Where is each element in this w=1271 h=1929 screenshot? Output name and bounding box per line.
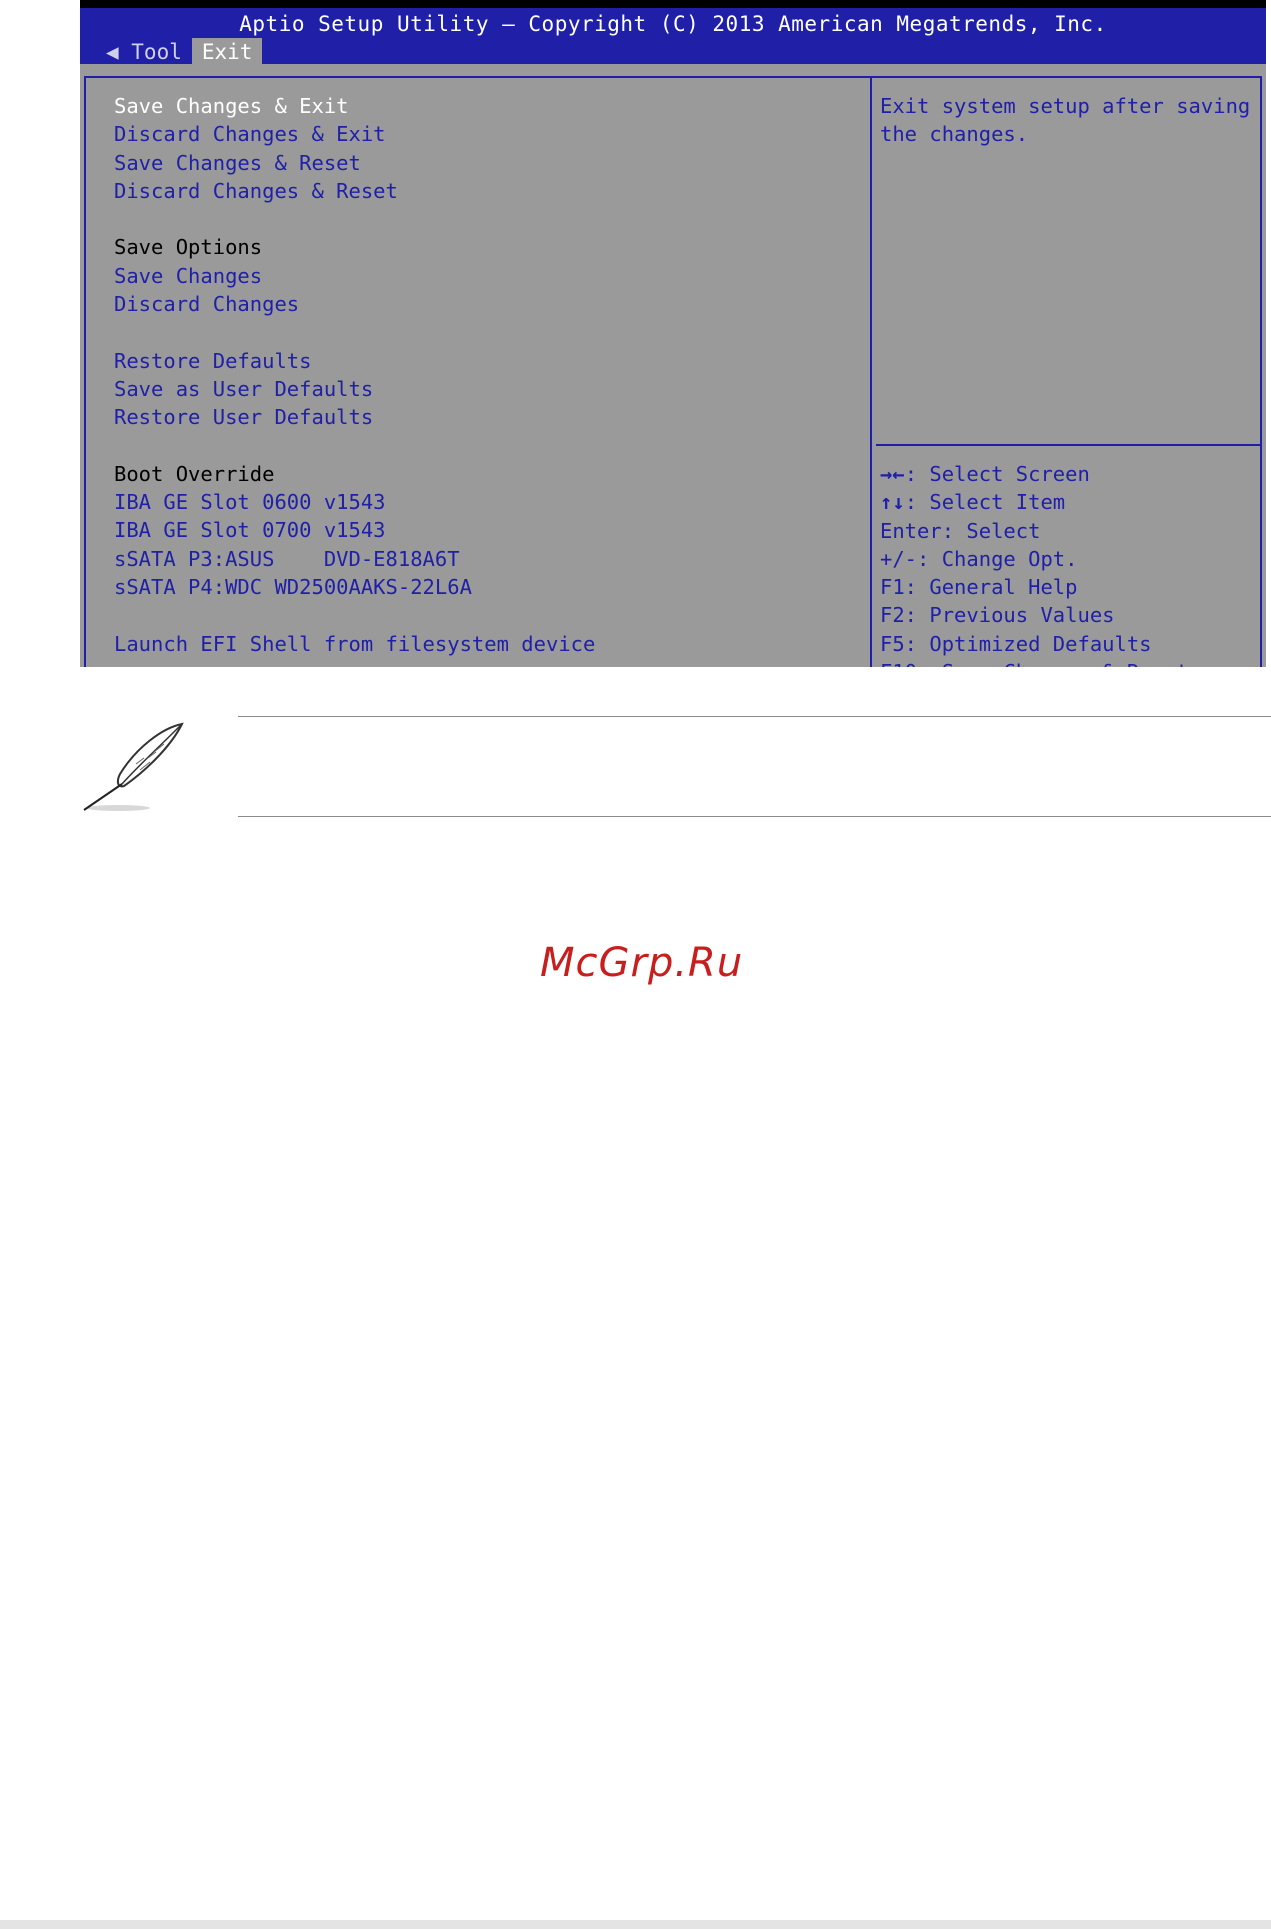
key-description: F5: Optimized Defaults — [880, 631, 1152, 656]
menu-item[interactable]: Save Changes & Exit — [114, 92, 595, 120]
menu-section-header: Save Options — [114, 235, 263, 260]
key-legend-item: F2: Previous Values — [880, 601, 1189, 629]
key-description: F1: General Help — [880, 575, 1078, 600]
menu-spacer — [114, 318, 595, 346]
quill-pen-icon — [83, 722, 184, 811]
help-text: Exit system setup after saving the chang… — [880, 94, 1251, 147]
exit-menu: Save Changes & Exit Discard Changes & Exi… — [114, 92, 595, 658]
bios-screen: Aptio Setup Utility – Copyright (C) 2013… — [80, 0, 1266, 667]
key-legend-item: F5: Optimized Defaults — [880, 630, 1189, 658]
menu-item[interactable]: Discard Changes — [114, 290, 595, 318]
menu-item[interactable]: Restore User Defaults — [114, 403, 595, 431]
key-legend-item: +/-: Change Opt. — [880, 545, 1189, 573]
top-black-bar — [80, 0, 1266, 8]
key-legend-item: ↑↓: Select Item — [880, 488, 1189, 516]
bios-title: Aptio Setup Utility – Copyright (C) 2013… — [239, 12, 1107, 36]
key-legend-item: →←: Select Screen — [880, 460, 1189, 488]
key-description: : Select Item — [904, 490, 1066, 515]
key-legend-item: Enter: Select — [880, 517, 1189, 545]
key-glyph: →← — [880, 462, 905, 486]
panel-divider-vertical — [870, 78, 872, 667]
footer-bar — [0, 1920, 1271, 1929]
menu-item[interactable]: IBA GE Slot 0600 v1543 — [114, 488, 595, 516]
key-glyph: ↑↓ — [880, 490, 905, 515]
menu-item[interactable]: Save as User Defaults — [114, 375, 595, 403]
menu-item[interactable]: IBA GE Slot 0700 v1543 — [114, 516, 595, 544]
key-description: F2: Previous Values — [880, 603, 1115, 628]
menu-item[interactable]: sSATA P4:WDC WD2500AAKS-22L6A — [114, 573, 595, 601]
menu-item[interactable]: Discard Changes & Exit — [114, 120, 595, 148]
key-description: +/-: Change Opt. — [880, 546, 1078, 571]
key-description: : Select Screen — [904, 462, 1090, 486]
note-rule-top — [238, 716, 1271, 717]
key-legend-item: F10: Save Changes & Reset — [880, 658, 1189, 667]
watermark: McGrp.Ru — [540, 940, 744, 986]
key-legend: →←: Select Screen ↑↓: Select Item Enter: S… — [880, 460, 1189, 667]
panel-divider-horizontal — [876, 444, 1260, 446]
menu-item[interactable]: Restore Defaults — [114, 347, 595, 375]
menu-item[interactable]: Launch EFI Shell from filesystem device — [114, 630, 595, 658]
menu-item[interactable]: sSATA P3:ASUS DVD-E818A6T — [114, 545, 595, 573]
key-description: Enter: Select — [880, 518, 1041, 543]
bios-main-panel: Save Changes & Exit Discard Changes & Exi… — [84, 76, 1262, 667]
tab-exit[interactable]: Exit — [191, 38, 263, 66]
menu-spacer — [114, 432, 595, 460]
menu-item[interactable]: Save Changes & Reset — [114, 149, 595, 177]
bios-header: Aptio Setup Utility – Copyright (C) 2013… — [80, 8, 1266, 66]
note-rule-bottom — [238, 816, 1271, 817]
menu-spacer — [114, 601, 595, 629]
tab-tool[interactable]: ◀ Tool — [96, 38, 192, 66]
key-legend-item: F1: General Help — [880, 573, 1189, 601]
menu-spacer — [114, 205, 595, 233]
note-block — [0, 700, 1271, 830]
menu-section-header: Boot Override — [114, 461, 275, 486]
key-description: F10: Save Changes & Reset — [880, 660, 1189, 667]
menu-item[interactable]: Discard Changes & Reset — [114, 177, 595, 205]
bios-tabs: ◀ Tool Exit — [96, 38, 263, 66]
menu-item[interactable]: Save Changes — [114, 262, 595, 290]
